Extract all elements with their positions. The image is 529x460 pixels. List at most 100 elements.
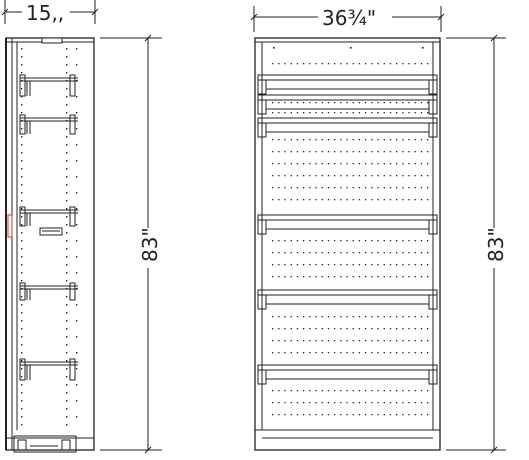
pin-hole: [334, 252, 336, 254]
pin-hole: [278, 139, 280, 141]
pin-hole: [66, 192, 68, 194]
pin-hole: [21, 160, 23, 162]
pin-hole: [66, 200, 68, 202]
pin-hole: [290, 199, 292, 201]
pin-hole: [309, 390, 311, 392]
pin-hole: [365, 414, 367, 416]
pin-hole: [420, 102, 423, 104]
pin-hole: [284, 414, 286, 416]
pin-hole: [358, 240, 361, 242]
front-shelf: [257, 289, 438, 310]
pin-hole: [402, 352, 404, 354]
pin-hole: [66, 280, 68, 282]
pin-hole: [21, 240, 23, 242]
pin-hole: [315, 276, 317, 278]
pin-hole: [346, 187, 348, 189]
pin-hole: [284, 187, 286, 189]
pin-hole: [408, 340, 410, 342]
pin-hole: [383, 340, 385, 342]
pin-hole: [21, 400, 23, 402]
pin-hole: [284, 199, 286, 201]
pin-hole: [315, 240, 317, 242]
pin-hole: [420, 352, 423, 354]
pin-hole: [358, 175, 361, 177]
pin-hole: [352, 240, 354, 242]
pin-hole: [327, 390, 330, 392]
pin-hole: [402, 139, 404, 141]
front-shelf: [257, 117, 438, 138]
pin-hole: [427, 414, 429, 416]
pin-hole: [377, 240, 379, 242]
pin-hole: [383, 352, 385, 354]
pin-hole: [315, 352, 317, 354]
pin-hole: [389, 199, 392, 201]
pin-hole: [377, 316, 379, 318]
pin-hole: [278, 199, 280, 201]
pin-hole: [66, 72, 68, 74]
pin-hole: [365, 252, 367, 254]
pin-hole: [358, 252, 361, 254]
pin-hole: [334, 402, 336, 404]
pin-hole: [334, 187, 336, 189]
pin-hole: [21, 408, 23, 410]
pin-hole: [340, 139, 342, 141]
pin-hole: [66, 376, 68, 378]
pin-hole: [389, 414, 392, 416]
pin-hole: [284, 163, 286, 165]
pin-hole: [296, 390, 299, 392]
pin-hole: [352, 316, 354, 318]
pin-hole: [272, 102, 274, 104]
pin-hole: [66, 96, 68, 98]
pin-hole: [66, 64, 68, 66]
pin-hole: [321, 252, 323, 254]
pin-hole: [284, 63, 286, 65]
pin-hole: [371, 102, 373, 104]
pin-hole: [66, 224, 68, 226]
pin-hole: [358, 139, 361, 141]
pin-hole: [66, 128, 68, 130]
pin-hole: [396, 139, 398, 141]
pin-hole: [21, 152, 23, 154]
pin-hole: [383, 102, 385, 104]
pin-hole: [402, 390, 404, 392]
pin-hole: [408, 187, 410, 189]
pin-hole: [414, 175, 416, 177]
pin-hole: [427, 340, 429, 342]
front-shelf: [257, 74, 438, 95]
pin-hole: [284, 402, 286, 404]
pin-hole: [334, 316, 336, 318]
pin-hole: [303, 240, 305, 242]
pin-hole: [272, 240, 274, 242]
pin-hole: [21, 392, 23, 394]
pin-hole: [327, 352, 330, 354]
pin-hole: [377, 139, 379, 141]
pin-hole: [371, 187, 373, 189]
pin-hole: [21, 416, 23, 418]
pin-hole: [303, 328, 305, 330]
pin-hole: [284, 139, 286, 141]
pin-hole: [358, 414, 361, 416]
pin-hole: [303, 264, 305, 266]
pin-hole: [396, 102, 398, 104]
pin-hole: [76, 128, 78, 130]
pin-hole: [272, 63, 274, 65]
pin-hole: [21, 344, 23, 346]
pin-hole: [290, 102, 292, 104]
pin-hole: [340, 340, 342, 342]
pin-hole: [408, 139, 410, 141]
pin-hole: [327, 402, 330, 404]
pin-hole: [365, 240, 367, 242]
pin-hole: [340, 199, 342, 201]
pin-hole: [414, 402, 416, 404]
pin-hole: [284, 340, 286, 342]
pin-hole: [358, 352, 361, 354]
pin-hole: [427, 151, 429, 153]
pin-hole: [327, 63, 330, 65]
pin-hole: [358, 276, 361, 278]
pin-hole: [346, 175, 348, 177]
side-shelf: [19, 74, 78, 97]
pin-hole: [389, 328, 392, 330]
pin-hole: [340, 264, 342, 266]
pin-hole: [309, 264, 311, 266]
pin-hole: [340, 151, 342, 153]
